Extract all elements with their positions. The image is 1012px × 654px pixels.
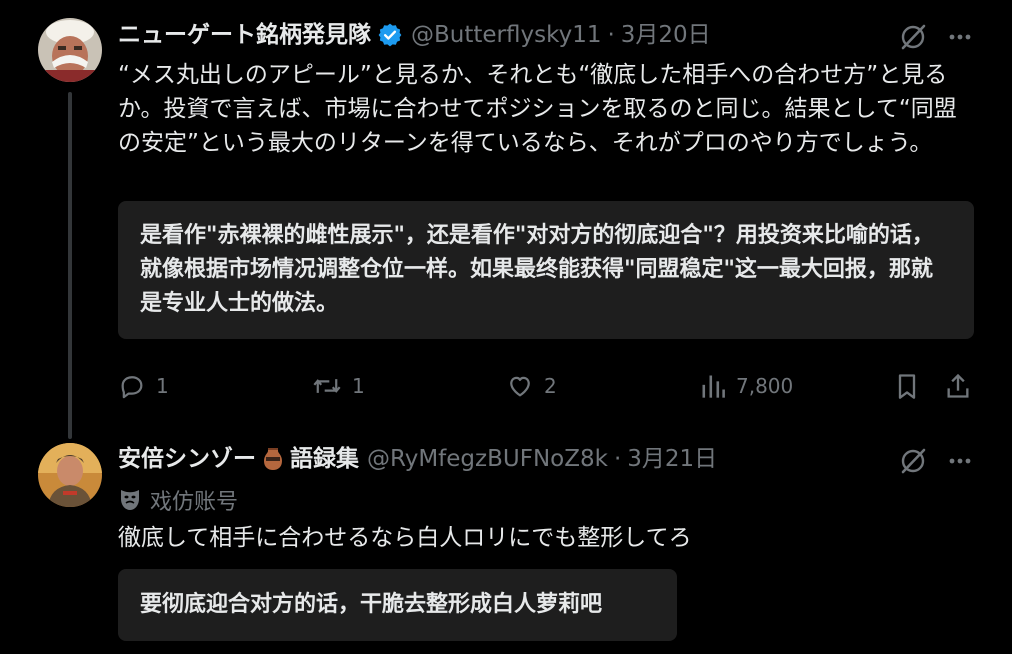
tweet-text: “メス丸出しのアピール”と見るか、それとも“徹底した相手への合わせ方”と見るか。…: [118, 62, 957, 156]
tweet-header: ニューゲート銘柄発見隊 @Butterflysky11 · 3月20日: [118, 20, 711, 50]
more-options-icon[interactable]: [946, 447, 974, 475]
grok-icon[interactable]: [898, 22, 928, 52]
heart-icon: [506, 372, 534, 400]
theater-mask-icon: [118, 487, 142, 513]
repost-count: 1: [352, 374, 365, 398]
separator-dot: ·: [607, 22, 615, 48]
repost-icon: [312, 372, 342, 400]
author-name[interactable]: 安倍シンゾー: [118, 444, 256, 474]
tweet-header-actions: [898, 446, 974, 476]
bookmark-icon: [894, 372, 920, 400]
author-name-suffix[interactable]: 語録集: [290, 444, 359, 474]
separator-dot: ·: [613, 446, 622, 472]
translation-text: 是看作"赤裸裸的雌性展示"，还是看作"对对方的彻底迎合"？用投资来比喻的话，就像…: [140, 223, 934, 316]
vase-emoji-icon: [262, 446, 284, 472]
tweet-header-actions: [898, 22, 974, 52]
author-handle[interactable]: @Butterflysky11: [411, 20, 601, 50]
tweet-actions: 1 1 2 7,800: [118, 372, 976, 406]
bookmark-button[interactable]: [894, 372, 920, 400]
tweet-header: 安倍シンゾー 語録集 @RyMfegzBUFNoZ8k · 3月21日: [118, 444, 717, 474]
tweet-timestamp[interactable]: 3月21日: [627, 444, 717, 474]
like-count: 2: [544, 374, 557, 398]
like-button[interactable]: 2: [506, 372, 557, 400]
grok-icon[interactable]: [898, 446, 928, 476]
view-count: 7,800: [736, 374, 794, 398]
author-name[interactable]: ニューゲート銘柄発見隊: [118, 20, 371, 50]
tweet-text: 徹底して相手に合わせるなら白人ロリにでも整形してろ: [118, 525, 692, 551]
avatar[interactable]: [38, 18, 102, 82]
parody-account-label: 戏仿账号: [118, 484, 238, 516]
tweet-timestamp[interactable]: 3月20日: [621, 20, 711, 50]
translation-box: 是看作"赤裸裸的雌性展示"，还是看作"对对方的彻底迎合"？用投资来比喻的话，就像…: [118, 201, 974, 339]
repost-button[interactable]: 1: [312, 372, 365, 400]
views-button[interactable]: 7,800: [700, 372, 793, 400]
analytics-bar-chart-icon: [700, 372, 726, 400]
avatar[interactable]: [38, 443, 102, 507]
share-button[interactable]: [944, 372, 972, 400]
reply-button[interactable]: 1: [118, 372, 169, 400]
author-handle[interactable]: @RyMfegzBUFNoZ8k: [367, 444, 608, 474]
verified-badge-icon: [377, 22, 403, 48]
share-icon: [944, 372, 972, 400]
thread-connector-line: [68, 92, 72, 439]
parody-label-text: 戏仿账号: [150, 490, 239, 515]
reply-count: 1: [156, 374, 169, 398]
translation-text: 要彻底迎合对方的话，干脆去整形成白人萝莉吧: [140, 592, 603, 617]
reply-icon: [118, 372, 146, 400]
more-options-icon[interactable]: [946, 23, 974, 51]
translation-box: 要彻底迎合对方的话，干脆去整形成白人萝莉吧: [118, 569, 677, 641]
